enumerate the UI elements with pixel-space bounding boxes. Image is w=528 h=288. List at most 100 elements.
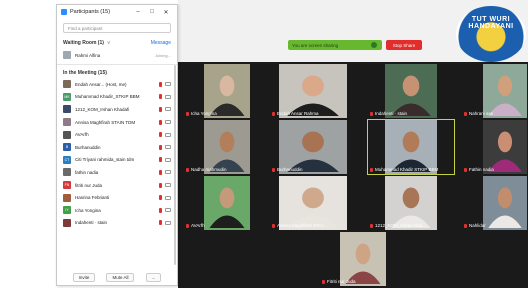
mic-muted-icon — [322, 279, 325, 284]
mute-all-button[interactable]: Mute All — [106, 272, 135, 282]
video-icon[interactable] — [165, 183, 171, 188]
camera-feed — [385, 64, 437, 118]
mic-muted-icon[interactable] — [159, 195, 162, 201]
waiting-status: Joining... — [154, 52, 171, 58]
mic-muted-icon[interactable] — [159, 207, 162, 213]
video-tile[interactable]: 1212_KOM_Irshan Kha... — [368, 176, 454, 230]
search-input[interactable]: Find a participant — [63, 23, 171, 33]
video-tile[interactable]: Fathin nadia — [462, 120, 528, 174]
tile-name-label: 1212_KOM_Irshan Kha... — [370, 223, 426, 228]
mic-muted-icon[interactable] — [159, 220, 162, 226]
video-tile[interactable]: Burhanuddin — [270, 120, 356, 174]
participant-name: Endah Ansar... (Host, me) — [75, 81, 127, 87]
tile-name-label: Annisa Maghfirah STAI... — [272, 223, 327, 228]
close-button[interactable]: ✕ — [159, 9, 173, 16]
person-silhouette — [209, 75, 245, 116]
video-icon[interactable] — [165, 208, 171, 213]
camera-feed — [204, 176, 250, 230]
participant-row[interactable]: Indahenti · stain — [57, 217, 177, 230]
participant-name: Annisa Maghfirah STAI... — [277, 223, 327, 228]
camera-feed — [385, 120, 437, 174]
video-tile[interactable]: Nahrani sari — [462, 64, 528, 118]
video-icon[interactable] — [165, 220, 171, 225]
invite-button[interactable]: Invite — [72, 272, 96, 282]
mic-muted-icon[interactable] — [159, 157, 162, 163]
mic-muted-icon[interactable] — [159, 119, 162, 125]
in-meeting-header[interactable]: In the Meeting (15) — [57, 67, 177, 78]
tile-name-label: Nadha mahmudin — [186, 167, 227, 172]
person-silhouette — [391, 131, 431, 172]
minimize-button[interactable]: – — [131, 9, 145, 15]
mic-muted-icon[interactable] — [159, 132, 162, 138]
participant-row[interactable]: fathin nadia — [57, 166, 177, 179]
mic-muted-icon[interactable] — [159, 106, 162, 112]
video-icon[interactable] — [165, 195, 171, 200]
maximize-button[interactable]: □ — [145, 9, 159, 15]
video-tile[interactable]: Endah Ansar Rahma — [270, 64, 356, 118]
video-icon[interactable] — [165, 107, 171, 112]
mic-muted-icon — [272, 167, 275, 172]
participant-row[interactable]: IY Icha Yongina — [57, 204, 177, 217]
video-tile[interactable]: Nahlidar — [462, 176, 528, 230]
video-tile[interactable]: Muhammad Khadir STKIP BBM — [367, 119, 455, 175]
video-icon[interactable] — [165, 132, 171, 137]
mic-muted-icon[interactable] — [159, 94, 162, 100]
video-tile[interactable]: Nadha mahmudin — [184, 120, 270, 174]
video-tile[interactable]: Icha Yongina — [184, 64, 270, 118]
waiting-participant[interactable]: Rahmi Alfina Joining... — [57, 48, 177, 62]
participant-name: Icha Yongina — [75, 207, 101, 213]
participant-row[interactable]: FN fitriti nur Juda — [57, 179, 177, 192]
video-tile[interactable]: Indahenti · stain — [368, 64, 454, 118]
avatar — [63, 80, 71, 89]
mic-muted-icon — [464, 223, 467, 228]
participant-row[interactable]: MK Muhammad Khadir_STKIP BBM — [57, 91, 177, 104]
mic-muted-icon[interactable] — [159, 144, 162, 150]
screen-share-text: You are screen sharing — [292, 42, 339, 48]
participant-row[interactable]: Annisa Maghfirah STAIN TDM — [57, 116, 177, 129]
camera-feed — [483, 64, 527, 118]
participant-name: AVArfh — [75, 132, 89, 138]
person-silhouette — [209, 187, 245, 228]
message-button[interactable]: Message — [151, 40, 171, 46]
video-tile[interactable]: AVArfh — [184, 176, 270, 230]
participant-name: 1212_KOM_Irshan Kha... — [375, 223, 426, 228]
person-silhouette — [488, 75, 522, 116]
share-status-icon — [371, 42, 377, 48]
tile-name-label: AVArfh — [186, 223, 205, 228]
participant-row[interactable]: B Burhanuddin — [57, 141, 177, 154]
video-icon[interactable] — [165, 94, 171, 99]
avatar: IY — [63, 206, 71, 215]
mic-muted-icon — [186, 167, 189, 172]
avatar — [63, 168, 71, 177]
video-icon[interactable] — [165, 145, 171, 150]
mic-muted-icon[interactable] — [159, 182, 162, 188]
camera-feed — [385, 176, 437, 230]
stop-share-button[interactable]: Stop Share — [386, 40, 422, 50]
participant-row[interactable]: Endah Ansar... (Host, me) — [57, 78, 177, 91]
video-icon[interactable] — [165, 120, 171, 125]
waiting-room-header[interactable]: Waiting Room (1) ∨ Message — [57, 37, 177, 48]
participant-row[interactable]: AVArfh — [57, 128, 177, 141]
tile-name-label: Nahlidar — [464, 223, 486, 228]
video-tile[interactable]: Fitriti nur Juda — [320, 232, 406, 286]
avatar: FN — [63, 181, 71, 190]
avatar — [63, 130, 71, 139]
panel-scrollbar[interactable] — [174, 65, 176, 265]
divider — [57, 64, 177, 65]
mic-muted-icon[interactable] — [159, 169, 162, 175]
video-icon[interactable] — [165, 170, 171, 175]
participant-name: Nahlidar — [469, 223, 486, 228]
screen-share-bar[interactable]: You are screen sharing — [288, 40, 382, 50]
mic-muted-icon — [186, 111, 189, 116]
video-tile[interactable]: Annisa Maghfirah STAI... — [270, 176, 356, 230]
mic-muted-icon[interactable] — [159, 81, 162, 87]
participant-row[interactable]: CT Citi Triyani rahmida_stain tdm — [57, 154, 177, 167]
tile-name-label: Indahenti · stain — [370, 111, 407, 116]
participant-row[interactable]: Hasrina Febrianti — [57, 191, 177, 204]
participant-row[interactable]: 1212_KOM_Irshan Khadafi — [57, 103, 177, 116]
more-button[interactable]: ... — [145, 272, 162, 282]
video-icon[interactable] — [165, 82, 171, 87]
participant-name: Burhanuddin — [75, 144, 101, 150]
video-icon[interactable] — [165, 157, 171, 162]
avatar: B — [63, 143, 71, 152]
